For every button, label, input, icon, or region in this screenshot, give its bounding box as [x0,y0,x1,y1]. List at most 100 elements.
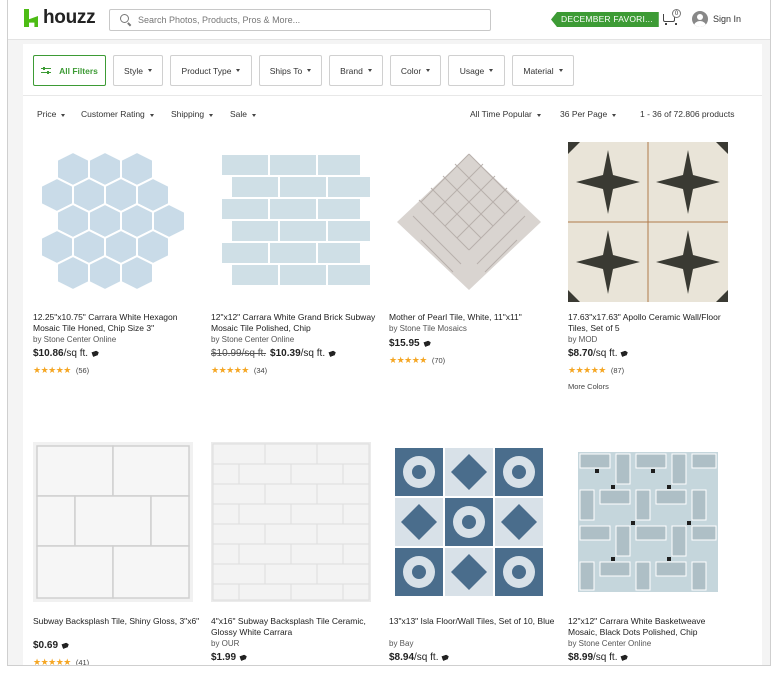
sort-sale[interactable]: Sale [230,109,257,119]
search-icon [120,14,132,26]
review-count[interactable]: (70) [432,356,445,365]
product-image[interactable] [389,442,549,602]
product-card[interactable]: Mother of Pearl Tile, White, 11"x11" by … [389,142,557,392]
product-title[interactable]: 12"x12" Carrara White Basketweave Mosaic… [568,616,736,638]
product-title[interactable]: 17.63"x17.63" Apollo Ceramic Wall/Floor … [568,312,736,334]
product-seller[interactable]: by Bay [389,639,413,648]
per-page-dropdown[interactable]: 36 Per Page [560,109,617,119]
price-value: $0.69 [33,640,59,651]
product-rating: ★★★★★ (56) [33,365,89,376]
product-card[interactable]: 4"x16" Subway Backsplash Tile Ceramic, G… [211,442,379,665]
product-card[interactable]: 12"x12" Carrara White Grand Brick Subway… [211,142,379,392]
product-image[interactable] [568,442,728,602]
price-unit: /sq ft. [300,348,326,359]
filter-product-type-button[interactable]: Product Type [170,55,252,86]
basketweave-tile-image [568,442,728,602]
search-bar[interactable] [109,9,491,31]
product-card[interactable]: 12"x12" Carrara White Basketweave Mosaic… [568,442,736,665]
filter-brand-button[interactable]: Brand [329,55,383,86]
review-count[interactable]: (41) [76,658,89,665]
product-image[interactable] [211,142,371,302]
product-price: $15.95 [389,338,431,349]
product-price: $8.99/sq ft. [568,652,628,663]
product-image[interactable] [568,142,728,302]
product-title[interactable]: Subway Backsplash Tile, Shiny Gloss, 3"x… [33,616,201,627]
cart-count-badge: 0 [672,9,681,18]
search-input[interactable] [138,15,478,25]
product-rating: ★★★★★ (87) [568,365,624,376]
cart-button[interactable]: 0 [663,9,681,26]
product-seller[interactable]: by MOD [568,335,597,344]
product-seller[interactable]: by Stone Tile Mosaics [389,324,467,333]
price-tag-icon [621,350,629,357]
sort-price[interactable]: Price [37,109,66,119]
sort-order-dropdown[interactable]: All Time Popular [470,109,541,119]
all-filters-button[interactable]: All Filters [33,55,106,86]
hexagon-tile-image [33,142,193,302]
site-header: houzz DECEMBER FAVORI... 0 Sign In [8,0,770,40]
filter-usage-button[interactable]: Usage [448,55,505,86]
product-seller[interactable]: by Stone Center Online [568,639,651,648]
product-seller[interactable]: by Stone Center Online [33,335,116,344]
price-tag-icon [621,654,629,661]
product-title[interactable]: Mother of Pearl Tile, White, 11"x11" [389,312,557,323]
filter-color-button[interactable]: Color [390,55,441,86]
star-rating-icon: ★★★★★ [33,657,71,666]
filter-ships-to-button[interactable]: Ships To [259,55,322,86]
product-image[interactable] [33,142,193,302]
blue-pattern-tile-image [389,442,549,602]
product-card[interactable]: 17.63"x17.63" Apollo Ceramic Wall/Floor … [568,142,736,392]
subway-tile-image [33,442,193,602]
price-value: $8.99 [568,652,594,663]
product-image[interactable] [33,442,193,602]
price-unit: /sq ft. [593,652,618,663]
product-price: $10.99/sq ft. $10.39/sq ft. [211,348,336,359]
product-title[interactable]: 12.25"x10.75" Carrara White Hexagon Mosa… [33,312,201,334]
price-tag-icon [91,350,99,357]
sign-in-link[interactable]: Sign In [713,14,741,24]
sort-label: Shipping [171,109,205,119]
caret-down-icon [149,114,154,117]
sort-shipping[interactable]: Shipping [171,109,214,119]
sliders-icon [41,66,52,75]
filter-bar: All Filters Style Product Type Ships To … [23,44,762,96]
sort-label: 36 Per Page [560,109,608,119]
price-tag-icon [239,654,247,661]
caret-down-icon [558,69,563,72]
filter-material-button[interactable]: Material [512,55,574,86]
main-content: All Filters Style Product Type Ships To … [23,44,762,666]
review-count[interactable]: (34) [254,366,267,375]
product-price: $8.94/sq ft. [389,652,449,663]
all-filters-label: All Filters [59,65,98,76]
review-count[interactable]: (87) [611,366,624,375]
product-price: $10.86/sq ft. [33,348,99,359]
product-seller[interactable]: by OUR [211,639,239,648]
product-card[interactable]: Subway Backsplash Tile, Shiny Gloss, 3"x… [33,442,201,666]
sort-bar: Price Customer Rating Shipping Sale All … [23,104,762,124]
sort-label: Price [37,109,57,119]
product-title[interactable]: 12"x12" Carrara White Grand Brick Subway… [211,312,379,334]
more-colors-link[interactable]: More Colors [568,382,609,391]
price-tag-icon [423,340,431,347]
product-card[interactable]: 12.25"x10.75" Carrara White Hexagon Mosa… [33,142,201,392]
product-rating: ★★★★★ (34) [211,365,267,376]
caret-down-icon [426,69,431,72]
filter-style-button[interactable]: Style [113,55,163,86]
product-seller[interactable]: by Stone Center Online [211,335,294,344]
houzz-logo[interactable]: houzz [24,8,96,27]
promo-banner[interactable]: DECEMBER FAVORI... [551,12,659,27]
sort-customer-rating[interactable]: Customer Rating [81,109,154,119]
product-rating: ★★★★★ (70) [389,355,445,366]
caret-down-icon [236,69,241,72]
product-title[interactable]: 13"x13" Isla Floor/Wall Tiles, Set of 10… [389,616,557,627]
product-image[interactable] [389,142,549,302]
sort-label: All Time Popular [470,109,532,119]
price-value: $8.94 [389,652,415,663]
user-avatar-icon[interactable] [692,11,708,27]
product-image[interactable] [211,442,371,602]
browser-frame: houzz DECEMBER FAVORI... 0 Sign In All F… [7,0,771,666]
product-title[interactable]: 4"x16" Subway Backsplash Tile Ceramic, G… [211,616,379,638]
review-count[interactable]: (56) [76,366,89,375]
product-card[interactable]: 13"x13" Isla Floor/Wall Tiles, Set of 10… [389,442,557,665]
caret-down-icon [147,69,152,72]
